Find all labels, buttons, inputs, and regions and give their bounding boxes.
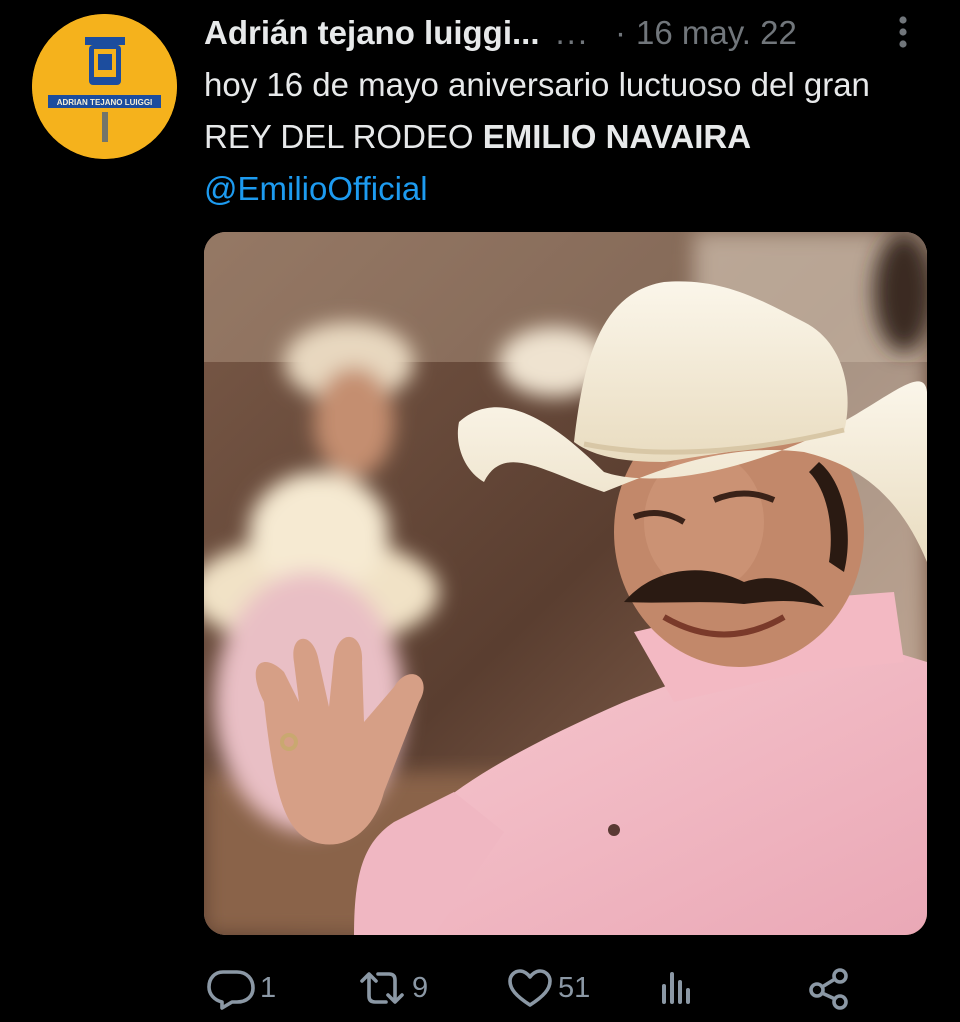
share-button[interactable] <box>806 960 856 1016</box>
avatar-text: ADRIAN TEJANO LUIGGI <box>57 98 153 107</box>
heart-icon <box>508 969 552 1007</box>
author-avatar[interactable]: ADRIAN TEJANO LUIGGI <box>32 14 177 159</box>
like-count: 51 <box>558 971 591 1004</box>
tweet-text-bold-name: EMILIO NAVAIRA <box>482 118 752 155</box>
header-separator: · <box>615 14 627 51</box>
reply-count: 1 <box>260 971 277 1004</box>
tweet-header: Adrián tejano luiggi... ... · 16 may. 22 <box>204 10 924 56</box>
share-icon <box>809 968 848 1010</box>
tweet-text: hoy 16 de mayo aniversario luctuoso del … <box>204 59 934 215</box>
tweet-photo[interactable] <box>204 232 927 935</box>
like-button[interactable]: 51 <box>506 960 590 1016</box>
author-handle[interactable]: ... <box>556 14 590 52</box>
avatar-logo-icon: ADRIAN TEJANO LUIGGI <box>32 14 177 159</box>
tweet-timestamp[interactable]: 16 may. 22 <box>636 14 797 52</box>
retweet-icon <box>360 972 404 1004</box>
retweet-button[interactable]: 9 <box>356 960 428 1016</box>
mention-link[interactable]: @EmilioOfficial <box>204 170 428 207</box>
tweet-actions: 1 9 51 <box>204 960 924 1016</box>
author-display-name[interactable]: Adrián tejano luiggi... <box>204 14 540 52</box>
reply-button[interactable]: 1 <box>204 960 276 1016</box>
views-button[interactable] <box>656 960 700 1016</box>
photo-illustration <box>204 232 927 935</box>
retweet-count: 9 <box>412 971 429 1004</box>
views-icon <box>662 972 690 1004</box>
more-icon <box>899 16 907 48</box>
reply-icon <box>207 970 255 1010</box>
more-options-button[interactable] <box>888 12 918 52</box>
